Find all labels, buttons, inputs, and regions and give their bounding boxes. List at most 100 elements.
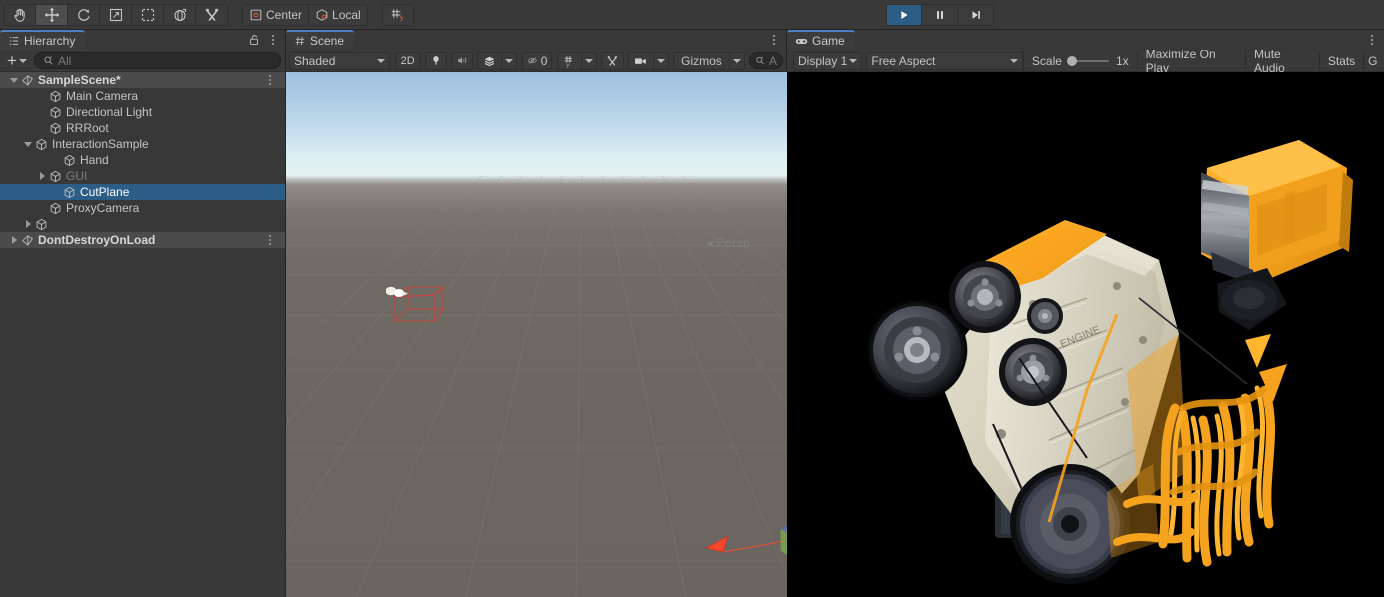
scene-search-placeholder: A — [769, 53, 778, 68]
scene-search-input[interactable]: A — [749, 52, 784, 69]
gizmos-button[interactable]: Gizmos — [673, 51, 729, 70]
scene-grid-split-button[interactable]: y — [556, 51, 597, 70]
hierarchy-tabstrip: Hierarchy — [0, 30, 285, 50]
scene-grid-dropdown[interactable] — [580, 51, 597, 70]
gameobject-icon — [34, 137, 49, 151]
foldout-collapsed-icon[interactable] — [8, 232, 20, 248]
play-button[interactable] — [886, 4, 922, 26]
svg-text:y: y — [566, 62, 569, 67]
scale-tool-button[interactable] — [100, 3, 132, 26]
step-button[interactable] — [958, 4, 994, 26]
grid-snapping-button[interactable] — [381, 3, 414, 26]
create-object-button[interactable]: + — [4, 52, 30, 70]
mute-audio-button[interactable]: Mute Audio — [1245, 47, 1319, 75]
pause-icon — [936, 11, 943, 19]
scene-fx-split-button[interactable] — [477, 51, 518, 70]
move-tool-button[interactable] — [36, 3, 68, 26]
grid-snap-icon — [392, 9, 403, 22]
hierarchy-item-main-camera[interactable]: Main Camera — [0, 88, 285, 104]
scale-slider-knob[interactable] — [1066, 55, 1077, 66]
hierarchy-item-hand[interactable]: Hand — [0, 152, 285, 168]
scale-slider[interactable] — [1066, 55, 1109, 66]
unity-editor-window: Center Local Hierarchy + All SampleScene… — [0, 0, 1384, 597]
game-gizmos-button[interactable]: G — [1363, 50, 1381, 71]
hierarchy-item-directional-light[interactable]: Directional Light — [0, 104, 285, 120]
scene-icon — [20, 73, 35, 87]
hidden-objects-button[interactable]: 0 — [521, 51, 553, 70]
hand-tool-button[interactable] — [4, 3, 36, 26]
hierarchy-item-rrroot[interactable]: RRRoot — [0, 120, 285, 136]
foldout-collapsed-icon[interactable] — [36, 168, 48, 184]
hierarchy-tree[interactable]: SampleScene* Main Camera Directional Light… — [0, 72, 285, 595]
rect-tool-button[interactable] — [132, 3, 164, 26]
hierarchy-item-unnamed[interactable] — [0, 216, 285, 232]
tab-scene[interactable]: Scene — [286, 30, 355, 50]
pivot-mode-button[interactable]: Center — [242, 3, 310, 26]
scale-slider-group[interactable]: Scale 1x — [1022, 50, 1137, 71]
display-dropdown[interactable]: Display 1 — [793, 51, 862, 70]
tools-icon — [607, 55, 618, 66]
hierarchy-item-samplescene[interactable]: SampleScene* — [0, 72, 285, 88]
hierarchy-row-menu-button[interactable] — [265, 233, 275, 247]
gameobject-icon — [48, 201, 63, 215]
hierarchy-item-interactionsample[interactable]: InteractionSample — [0, 136, 285, 152]
hierarchy-item-dontdestroyonload[interactable]: DontDestroyOnLoad — [0, 232, 285, 248]
toggle-2d-button[interactable]: 2D — [394, 51, 421, 70]
scene-camera-button[interactable] — [627, 51, 653, 70]
tab-hierarchy[interactable]: Hierarchy — [0, 30, 86, 50]
hierarchy-item-label: Directional Light — [66, 105, 153, 119]
game-view[interactable]: ENGINE — [787, 72, 1384, 597]
scene-audio-button[interactable] — [451, 51, 474, 70]
chevron-down-icon — [732, 58, 741, 63]
game-toolbar: Display 1 Free Aspect Scale 1x Maximize … — [787, 47, 1384, 75]
scene-viewport[interactable]: ◂ Persp y x z — [286, 72, 787, 597]
hierarchy-row-menu-button[interactable] — [265, 73, 275, 87]
hierarchy-item-label: InteractionSample — [52, 137, 149, 151]
lock-icon[interactable] — [247, 33, 261, 47]
foldout-collapsed-icon[interactable] — [22, 216, 34, 232]
local-icon — [316, 8, 328, 21]
scene-lighting-button[interactable] — [424, 51, 447, 70]
scene-grid-button[interactable]: y — [556, 51, 581, 70]
scene-component-tools-button[interactable] — [600, 51, 624, 70]
effects-icon — [485, 56, 495, 66]
tab-game-label: Game — [812, 34, 845, 48]
tab-game[interactable]: Game — [787, 30, 855, 50]
gameobject-icon — [48, 169, 63, 183]
hierarchy-item-label: CutPlane — [80, 185, 130, 199]
pivot-mode-label: Center — [266, 7, 303, 22]
custom-tools-button[interactable] — [196, 3, 228, 26]
perspective-label[interactable]: ◂ Persp — [706, 235, 750, 251]
hierarchy-menu-button[interactable] — [267, 32, 279, 48]
gameobject-icon — [62, 153, 77, 167]
maximize-on-play-button[interactable]: Maximize On Play — [1136, 47, 1245, 75]
scene-camera-split-button[interactable] — [627, 51, 669, 70]
scene-fx-dropdown[interactable] — [501, 51, 518, 70]
scene-camera-dropdown[interactable] — [652, 51, 669, 70]
pause-button[interactable] — [922, 4, 958, 26]
hierarchy-item-gui[interactable]: GUI — [0, 168, 285, 184]
gizmos-dropdown[interactable] — [728, 51, 745, 70]
transform-tool-button[interactable] — [164, 3, 196, 26]
foldout-expanded-icon[interactable] — [8, 72, 20, 88]
game-menu-button[interactable] — [1366, 32, 1378, 48]
pivot-rotation-button[interactable]: Local — [309, 3, 368, 26]
foldout-expanded-icon[interactable] — [22, 136, 34, 152]
foldout-placeholder — [50, 184, 62, 200]
move-gizmo[interactable] — [699, 464, 787, 597]
game-panel: Game Display 1 Free Aspect Scale 1x Maxi… — [787, 30, 1384, 597]
gizmos-split-button[interactable]: Gizmos — [673, 51, 745, 70]
scene-fx-button[interactable] — [477, 51, 502, 70]
foldout-placeholder — [36, 120, 48, 136]
hierarchy-item-proxycamera[interactable]: ProxyCamera — [0, 200, 285, 216]
hierarchy-search-input[interactable]: All — [33, 52, 281, 69]
aspect-dropdown[interactable]: Free Aspect — [866, 51, 1023, 70]
draw-mode-dropdown[interactable]: Shaded — [289, 51, 391, 70]
hierarchy-item-cutplane[interactable]: CutPlane — [0, 184, 285, 200]
chevron-down-icon — [1009, 58, 1018, 63]
camera-gizmo[interactable] — [386, 255, 456, 325]
scene-sky — [286, 72, 787, 176]
rotate-tool-button[interactable] — [68, 3, 100, 26]
stats-button[interactable]: Stats — [1318, 50, 1363, 71]
scene-menu-button[interactable] — [768, 32, 780, 48]
